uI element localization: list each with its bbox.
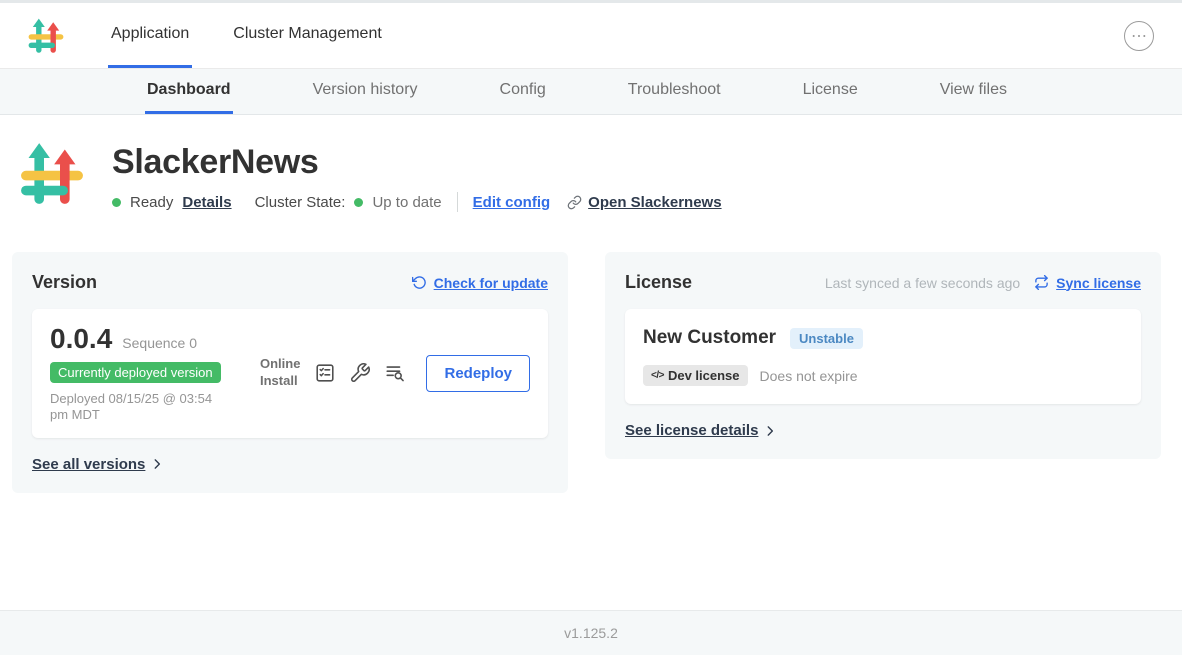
cluster-state-dot: [354, 198, 363, 207]
app-subnav: Dashboard Version history Config Trouble…: [0, 69, 1182, 115]
app-status-dot: [112, 198, 121, 207]
edit-config-link[interactable]: Edit config: [473, 194, 551, 211]
last-synced-text: Last synced a few seconds ago: [825, 275, 1020, 291]
channel-badge: Unstable: [790, 328, 863, 349]
config-values-icon[interactable]: [349, 362, 371, 384]
license-panel: New Customer Unstable </> Dev license Do…: [625, 309, 1141, 404]
customer-name: New Customer: [643, 327, 776, 349]
app-title: SlackerNews: [112, 143, 722, 182]
check-for-update-link[interactable]: Check for update: [412, 275, 548, 291]
subnav-tab-troubleshoot[interactable]: Troubleshoot: [626, 69, 723, 114]
tab-application[interactable]: Application: [108, 3, 192, 68]
open-app-link[interactable]: Open Slackernews: [567, 194, 721, 211]
version-card: Version Check for update 0.0.4 Sequence …: [12, 252, 568, 493]
subnav-tab-config[interactable]: Config: [498, 69, 548, 114]
subnav-tab-version-history[interactable]: Version history: [311, 69, 420, 114]
more-menu-button[interactable]: ⋯: [1124, 21, 1154, 51]
code-icon: </>: [651, 370, 664, 381]
see-license-details-link[interactable]: See license details: [625, 422, 1141, 439]
ellipsis-icon: ⋯: [1131, 26, 1147, 46]
chevron-right-icon: [763, 424, 777, 438]
app-status-text: Ready: [130, 194, 173, 211]
top-nav-tabs: Application Cluster Management: [108, 3, 385, 68]
license-card: License Last synced a few seconds ago Sy…: [605, 252, 1161, 459]
see-license-details-label: See license details: [625, 422, 758, 439]
redeploy-button[interactable]: Redeploy: [426, 355, 530, 392]
chevron-right-icon: [150, 457, 164, 471]
check-for-update-label: Check for update: [434, 275, 548, 291]
license-expiry-text: Does not expire: [760, 368, 858, 384]
divider: [457, 192, 458, 212]
sync-license-label: Sync license: [1056, 275, 1141, 291]
cluster-state-label: Cluster State:: [255, 194, 346, 211]
sync-icon: [1034, 275, 1049, 290]
app-logo-icon[interactable]: [28, 18, 64, 54]
details-link[interactable]: Details: [182, 194, 231, 211]
open-app-link-label: Open Slackernews: [588, 194, 721, 211]
license-type-badge: </> Dev license: [643, 365, 748, 386]
app-icon: [20, 141, 84, 207]
see-all-versions-link[interactable]: See all versions: [32, 456, 548, 473]
console-version-text: v1.125.2: [564, 625, 618, 641]
subnav-tab-view-files[interactable]: View files: [938, 69, 1009, 114]
footer: v1.125.2: [0, 610, 1182, 655]
subnav-tab-dashboard[interactable]: Dashboard: [145, 69, 233, 114]
deployed-timestamp: Deployed 08/15/25 @ 03:54 pm MDT: [50, 391, 230, 424]
deployed-status-badge: Currently deployed version: [50, 362, 221, 383]
deploy-logs-icon[interactable]: [384, 362, 406, 384]
version-action-icons: [314, 362, 406, 384]
subnav-tab-license[interactable]: License: [801, 69, 860, 114]
current-version-panel: 0.0.4 Sequence 0 Currently deployed vers…: [32, 309, 548, 438]
install-type-label: Online Install: [260, 356, 300, 390]
app-status-row: Ready Details Cluster State: Up to date …: [112, 192, 722, 212]
top-navbar: Application Cluster Management ⋯: [0, 0, 1182, 69]
tab-cluster-management[interactable]: Cluster Management: [230, 3, 385, 68]
see-all-versions-label: See all versions: [32, 456, 145, 473]
license-type-label: Dev license: [668, 368, 740, 383]
cluster-state-value: Up to date: [372, 194, 441, 211]
link-icon: [567, 195, 582, 210]
sequence-label: Sequence 0: [122, 335, 197, 351]
app-header: SlackerNews Ready Details Cluster State:…: [20, 141, 1182, 212]
version-number: 0.0.4: [50, 323, 112, 355]
refresh-icon: [412, 275, 427, 290]
admin-console-page: Application Cluster Management ⋯ Dashboa…: [0, 0, 1182, 493]
release-notes-icon[interactable]: [314, 362, 336, 384]
dashboard-cards: Version Check for update 0.0.4 Sequence …: [12, 252, 1170, 493]
license-card-title: License: [625, 272, 692, 293]
sync-license-link[interactable]: Sync license: [1034, 275, 1141, 291]
version-card-title: Version: [32, 272, 97, 293]
